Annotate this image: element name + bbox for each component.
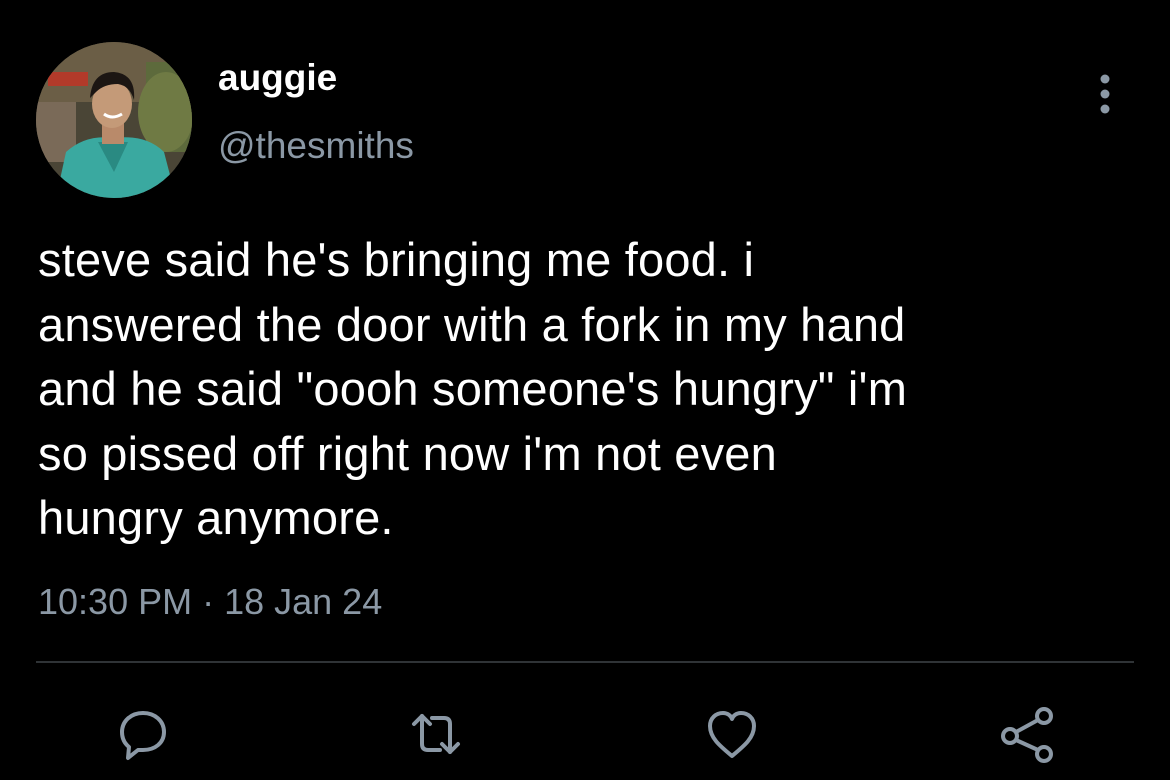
tweet-text-line: answered the door with a fork in my hand [38, 297, 906, 351]
retweet-button[interactable] [404, 702, 468, 766]
share-icon [1001, 707, 1053, 763]
tweet-text-line: so pissed off right now i'm not even [38, 426, 777, 480]
tweet-text-line: hungry anymore. [38, 491, 394, 544]
timestamp-separator: · [192, 581, 225, 622]
reply-button[interactable] [110, 702, 174, 766]
tweet-detail: auggie @thesmiths steve said he's bringi… [0, 0, 1170, 780]
share-button[interactable] [996, 702, 1060, 766]
display-name[interactable]: auggie [218, 56, 337, 100]
tweet-time: 10:30 PM [38, 581, 193, 622]
tweet-text-line: steve said he's bringing me food. i [38, 233, 755, 286]
more-vertical-icon [1100, 74, 1110, 114]
user-handle[interactable]: @thesmiths [218, 124, 414, 168]
tweet-text: steve said he's bringing me food. i answ… [38, 228, 1128, 551]
like-button[interactable] [700, 702, 764, 766]
tweet-text-line: and he said "oooh someone's hungry" i'm [38, 362, 908, 415]
more-options-button[interactable] [1090, 70, 1120, 118]
avatar-image [36, 42, 192, 198]
avatar[interactable] [36, 42, 192, 198]
reply-icon [120, 711, 166, 760]
divider [36, 661, 1134, 663]
retweet-icon [412, 714, 460, 754]
heart-icon [708, 711, 756, 758]
tweet-timestamp[interactable]: 10:30 PM · 18 Jan 24 [38, 580, 382, 624]
tweet-date: 18 Jan 24 [224, 581, 383, 622]
